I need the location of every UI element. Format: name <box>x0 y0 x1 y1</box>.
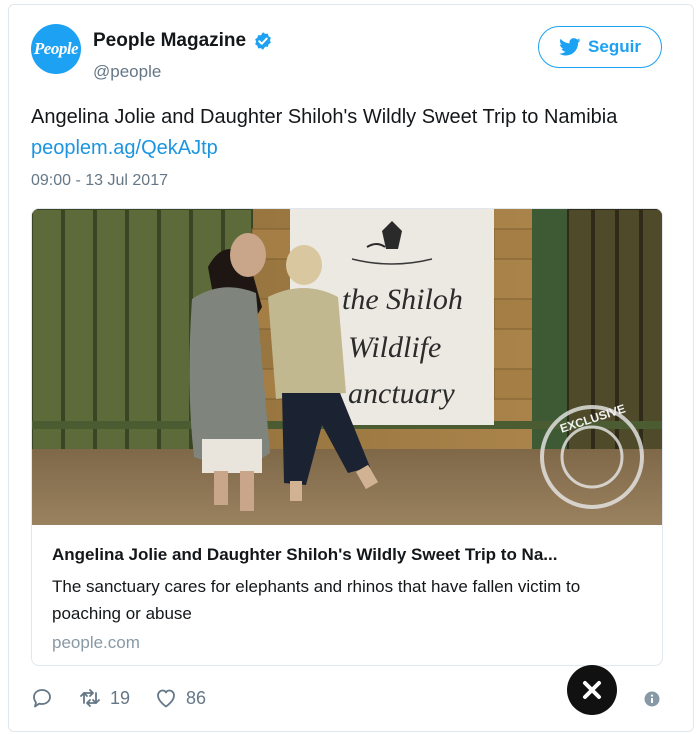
sign-line-2: Wildlife <box>348 331 441 364</box>
tweet-actions: 19 86 <box>30 686 230 710</box>
display-name[interactable]: People Magazine <box>93 30 246 52</box>
sign-line-1: the Shiloh <box>342 283 463 316</box>
retweet-count: 19 <box>110 687 131 708</box>
author-handle[interactable]: @people <box>93 62 161 82</box>
avatar[interactable]: People <box>31 24 81 74</box>
like-button[interactable]: 86 <box>154 686 206 710</box>
tweet-body: Angelina Jolie and Daughter Shiloh's Wil… <box>31 106 618 128</box>
heart-icon <box>157 689 175 708</box>
retweet-icon <box>80 689 100 707</box>
avatar-text: People <box>33 39 79 58</box>
close-icon <box>583 681 601 699</box>
card-title[interactable]: Angelina Jolie and Daughter Shiloh's Wil… <box>52 545 642 565</box>
twitter-bird-icon <box>559 38 581 56</box>
card-description: The sanctuary cares for elephants and rh… <box>52 577 581 623</box>
reply-icon <box>33 689 51 708</box>
info-icon[interactable] <box>644 691 660 707</box>
tweet-link[interactable]: peoplem.ag/QekAJtp <box>31 137 218 159</box>
follow-button-label: Seguir <box>588 37 641 56</box>
tweet-timestamp[interactable]: 09:00 - 13 Jul 2017 <box>31 172 168 190</box>
reply-button[interactable] <box>30 686 54 710</box>
author-name-row[interactable]: People Magazine <box>93 30 273 52</box>
tweet-text: Angelina Jolie and Daughter Shiloh's Wil… <box>31 102 651 164</box>
follow-button[interactable]: Seguir <box>538 26 662 68</box>
like-count: 86 <box>186 687 207 708</box>
close-button[interactable] <box>567 665 617 715</box>
article-photo[interactable]: the Shiloh Wildlife anctuary EXCLUSIVE <box>32 209 663 525</box>
sign-line-3: anctuary <box>348 377 455 410</box>
card-domain: people.com <box>52 633 140 652</box>
link-preview-card[interactable]: the Shiloh Wildlife anctuary EXCLUSIVE A… <box>31 208 663 666</box>
retweet-button[interactable]: 19 <box>78 686 130 710</box>
verified-badge-icon <box>255 32 271 50</box>
